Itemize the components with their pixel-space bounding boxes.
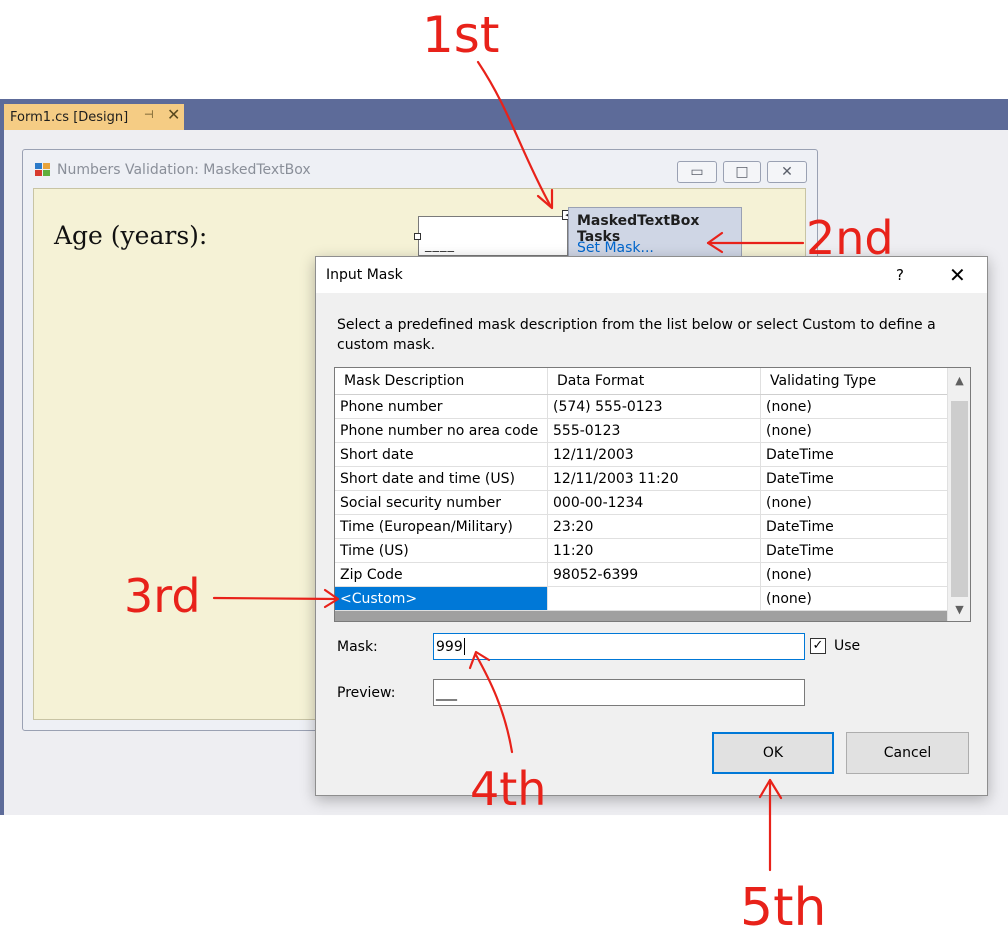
data-format-cell: 98052-6399 <box>548 563 761 586</box>
text-caret <box>463 638 465 655</box>
masked-text-box[interactable]: ____ <box>418 216 568 256</box>
validating-type-cell: (none) <box>766 494 812 511</box>
grid-header-row: Mask Description Data Format Validating … <box>335 368 947 395</box>
table-row[interactable]: Time (European/Military) 23:20 DateTime <box>335 515 947 539</box>
preview-label: Preview: <box>337 685 396 701</box>
mask-description-cell: Phone number <box>335 395 548 418</box>
mask-description-cell: Time (US) <box>335 539 548 562</box>
use-checkbox[interactable]: ✓ <box>810 638 826 654</box>
validating-type-cell: (none) <box>766 422 812 439</box>
masked-textbox-tasks-panel: MaskedTextBox Tasks Set Mask... <box>568 207 742 259</box>
table-row[interactable]: Social security number 000-00-1234 (none… <box>335 491 947 515</box>
masked-prompt: ____ <box>425 238 455 253</box>
dialog-instructions: Select a predefined mask description fro… <box>337 317 936 353</box>
validating-type-cell: (none) <box>766 590 812 607</box>
validating-type-cell: (none) <box>766 566 812 583</box>
pin-icon[interactable]: ⊣ <box>144 108 154 121</box>
maximize-button[interactable]: □ <box>723 161 761 183</box>
mask-label: Mask: <box>337 639 378 655</box>
column-header-mask-description[interactable]: Mask Description <box>335 368 548 394</box>
mask-description-cell: Short date and time (US) <box>335 467 548 490</box>
mask-input-value: 999 <box>436 638 463 655</box>
form-app-icon <box>35 163 51 177</box>
resize-handle-left[interactable] <box>414 233 421 240</box>
designer-tab-label: Form1.cs [Design] <box>10 109 129 125</box>
mask-grid[interactable]: Mask Description Data Format Validating … <box>334 367 971 622</box>
table-row-custom-selected[interactable]: <Custom> (none) <box>335 587 947 611</box>
data-format-cell: 555-0123 <box>548 419 761 442</box>
column-header-validating-type[interactable]: Validating Type <box>761 368 947 394</box>
table-row[interactable]: Time (US) 11:20 DateTime <box>335 539 947 563</box>
annotation-1st: 1st <box>422 6 499 64</box>
validating-type-cell: DateTime <box>766 470 834 487</box>
mask-description-cell: Social security number <box>335 491 548 514</box>
validating-type-cell: DateTime <box>766 518 834 535</box>
dialog-title: Input Mask <box>326 267 403 283</box>
help-button[interactable]: ? <box>896 266 904 284</box>
dialog-title-bar: Input Mask ? ✕ <box>316 257 987 293</box>
table-row[interactable]: Short date and time (US) 12/11/2003 11:2… <box>335 467 947 491</box>
table-row[interactable]: Short date 12/11/2003 DateTime <box>335 443 947 467</box>
mask-description-cell: Phone number no area code <box>335 419 548 442</box>
mask-description-cell: Time (European/Military) <box>335 515 548 538</box>
maximize-icon: □ <box>735 164 749 180</box>
minimize-button[interactable]: ▭ <box>677 161 717 183</box>
annotation-5th: 5th <box>740 878 826 931</box>
mask-description-cell: Zip Code <box>335 563 548 586</box>
scroll-down-icon[interactable]: ▼ <box>948 597 970 621</box>
table-row[interactable]: Zip Code 98052-6399 (none) <box>335 563 947 587</box>
form-title: Numbers Validation: MaskedTextBox <box>57 162 311 178</box>
designer-tab[interactable]: Form1.cs [Design] ⊣ ✕ <box>4 104 184 130</box>
dialog-close-icon[interactable]: ✕ <box>949 263 966 287</box>
data-format-cell: 000-00-1234 <box>548 491 761 514</box>
close-form-icon: ✕ <box>781 164 793 180</box>
data-format-cell: 11:20 <box>548 539 761 562</box>
preview-value: ___ <box>436 684 457 701</box>
mask-description-cell: <Custom> <box>335 587 548 610</box>
mask-description-cell: Short date <box>335 443 548 466</box>
cancel-button[interactable]: Cancel <box>846 732 969 774</box>
form-title-bar: Numbers Validation: MaskedTextBox <box>35 162 311 178</box>
column-header-data-format[interactable]: Data Format <box>548 368 761 394</box>
validating-type-cell: DateTime <box>766 542 834 559</box>
validating-type-cell: DateTime <box>766 446 834 463</box>
data-format-cell: 12/11/2003 11:20 <box>548 467 761 490</box>
table-row[interactable]: Phone number no area code 555-0123 (none… <box>335 419 947 443</box>
age-label: Age (years): <box>54 221 208 250</box>
grid-scrollbar[interactable]: ▲ ▼ <box>947 368 970 621</box>
data-format-cell: (574) 555-0123 <box>548 395 761 418</box>
use-label: Use <box>834 638 861 654</box>
validating-type-cell: (none) <box>766 398 812 415</box>
preview-field: ___ <box>433 679 805 706</box>
grid-footer <box>335 611 947 621</box>
table-row[interactable]: Phone number (574) 555-0123 (none) <box>335 395 947 419</box>
data-format-cell: 12/11/2003 <box>548 443 761 466</box>
data-format-cell <box>548 587 761 610</box>
ok-button[interactable]: OK <box>712 732 834 774</box>
set-mask-link[interactable]: Set Mask... <box>577 240 654 256</box>
scroll-up-icon[interactable]: ▲ <box>948 368 970 392</box>
close-form-button[interactable]: ✕ <box>767 161 807 183</box>
mask-input[interactable]: 999 <box>433 633 805 660</box>
input-mask-dialog: Input Mask ? ✕ Select a predefined mask … <box>315 256 988 796</box>
minimize-icon: ▭ <box>690 164 704 180</box>
scroll-thumb[interactable] <box>951 401 968 597</box>
data-format-cell: 23:20 <box>548 515 761 538</box>
close-icon[interactable]: ✕ <box>167 106 180 124</box>
